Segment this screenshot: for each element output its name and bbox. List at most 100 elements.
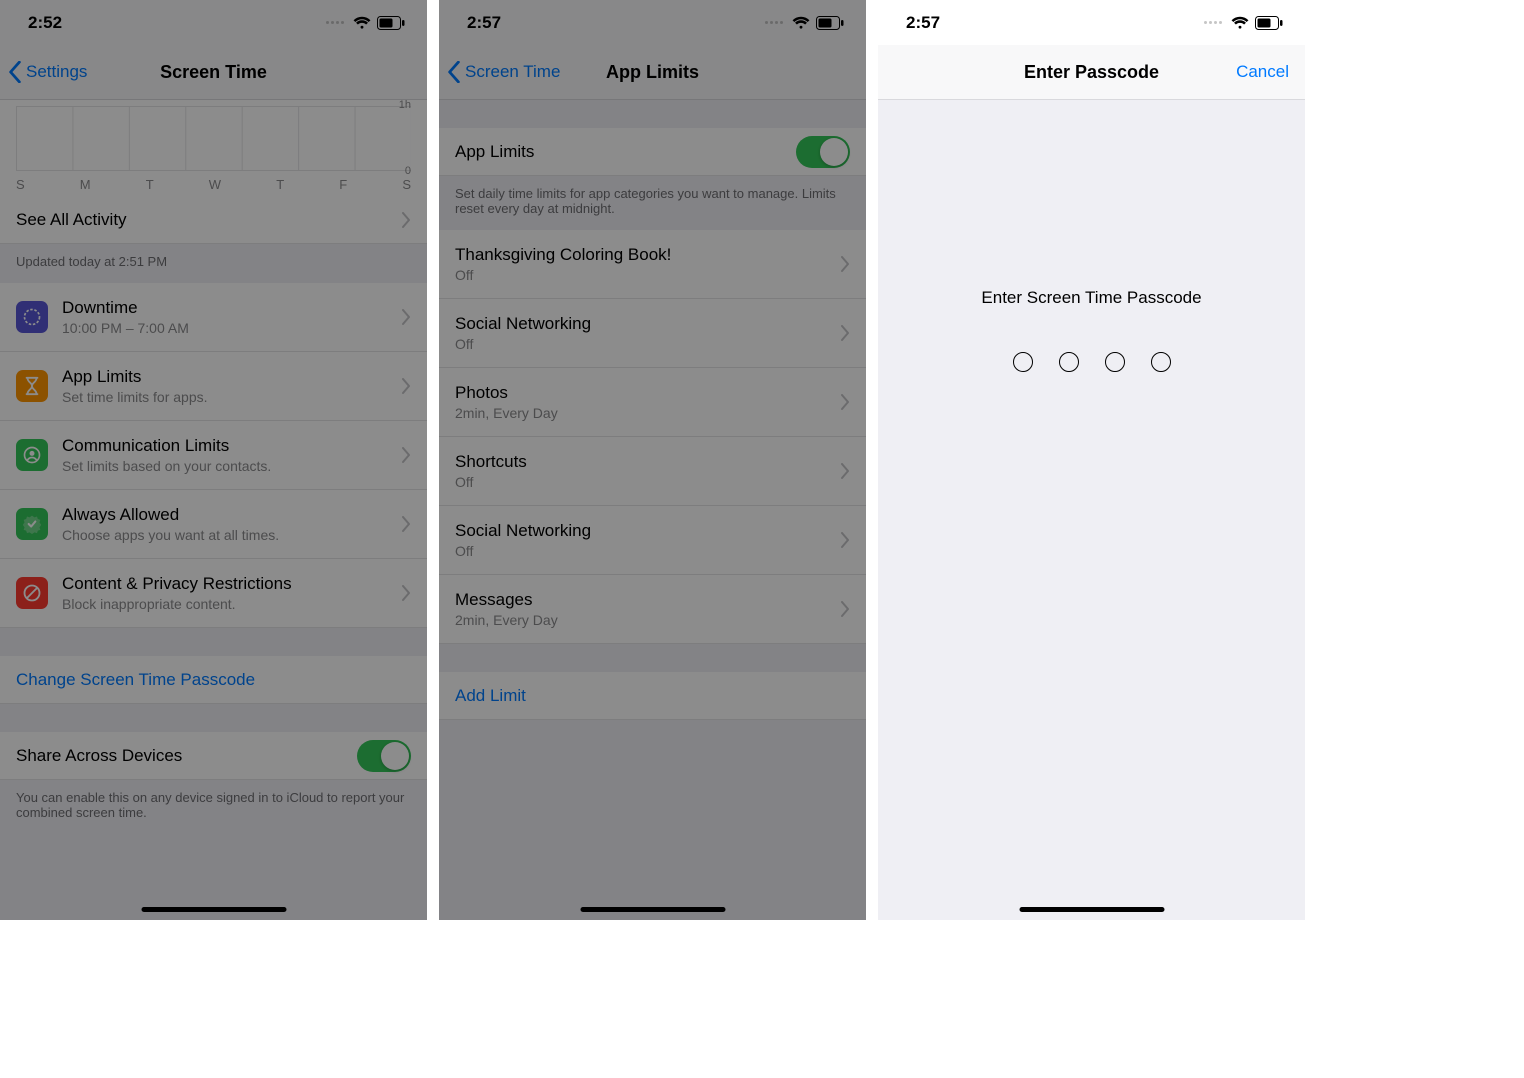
downtime-row[interactable]: Downtime 10:00 PM – 7:00 AM	[0, 283, 427, 352]
share-toggle[interactable]	[357, 740, 411, 772]
limit-row[interactable]: Thanksgiving Coloring Book! Off	[439, 230, 866, 299]
app-limits-sub: Set time limits for apps.	[62, 389, 393, 405]
chevron-right-icon	[401, 212, 411, 228]
passcode-dots	[1013, 352, 1171, 372]
limit-title: Social Networking	[455, 521, 832, 541]
always-allowed-title: Always Allowed	[62, 505, 393, 525]
share-label: Share Across Devices	[16, 746, 357, 766]
app-limits-toggle[interactable]	[796, 136, 850, 168]
back-button[interactable]: Screen Time	[447, 61, 560, 83]
limit-row[interactable]: Shortcuts Off	[439, 437, 866, 506]
limit-sub: Off	[455, 267, 832, 283]
limit-sub: 2min, Every Day	[455, 612, 832, 628]
limit-row[interactable]: Social Networking Off	[439, 299, 866, 368]
passcode-dot	[1013, 352, 1033, 372]
add-limit-row[interactable]: Add Limit	[439, 672, 866, 720]
chart-min-label: 0	[405, 165, 411, 177]
battery-icon	[816, 16, 844, 30]
app-limits-toggle-row[interactable]: App Limits	[439, 128, 866, 176]
cellular-icon	[326, 21, 344, 24]
content: 1h 0 S M T W T F S See All Activity Upda…	[0, 100, 427, 834]
status-icons	[765, 16, 844, 30]
limit-title: Shortcuts	[455, 452, 832, 472]
always-allowed-row[interactable]: Always Allowed Choose apps you want at a…	[0, 490, 427, 559]
chevron-right-icon	[401, 378, 411, 394]
limit-row[interactable]: Messages 2min, Every Day	[439, 575, 866, 644]
person-icon	[16, 439, 48, 471]
wifi-icon	[1231, 16, 1249, 30]
add-limit-label: Add Limit	[455, 686, 526, 706]
wifi-icon	[353, 16, 371, 30]
content-privacy-sub: Block inappropriate content.	[62, 596, 393, 612]
chart-days: S M T W T F S	[16, 171, 411, 192]
battery-icon	[1255, 16, 1283, 30]
chevron-right-icon	[401, 516, 411, 532]
limit-title: Thanksgiving Coloring Book!	[455, 245, 832, 265]
change-passcode-label: Change Screen Time Passcode	[16, 670, 255, 690]
app-limits-toggle-label: App Limits	[455, 142, 796, 162]
battery-icon	[377, 16, 405, 30]
limit-sub: Off	[455, 543, 832, 559]
home-indicator[interactable]	[1019, 907, 1164, 912]
nosign-icon	[16, 577, 48, 609]
app-limits-title: App Limits	[62, 367, 393, 387]
share-across-devices-row[interactable]: Share Across Devices	[0, 732, 427, 780]
check-badge-icon	[16, 508, 48, 540]
communication-limits-row[interactable]: Communication Limits Set limits based on…	[0, 421, 427, 490]
status-time: 2:57	[467, 13, 501, 33]
app-limits-row[interactable]: App Limits Set time limits for apps.	[0, 352, 427, 421]
limit-sub: 2min, Every Day	[455, 405, 832, 421]
nav-bar: Screen Time App Limits	[439, 45, 866, 100]
comm-limits-sub: Set limits based on your contacts.	[62, 458, 393, 474]
limit-title: Social Networking	[455, 314, 832, 334]
home-indicator[interactable]	[141, 907, 286, 912]
hourglass-icon	[16, 370, 48, 402]
home-indicator[interactable]	[580, 907, 725, 912]
limit-title: Messages	[455, 590, 832, 610]
content: App Limits Set daily time limits for app…	[439, 100, 866, 920]
page-title: App Limits	[606, 62, 699, 83]
updated-text: Updated today at 2:51 PM	[0, 244, 427, 283]
share-desc: You can enable this on any device signed…	[0, 780, 427, 834]
wifi-icon	[792, 16, 810, 30]
page-title: Enter Passcode	[1024, 62, 1159, 83]
comm-limits-title: Communication Limits	[62, 436, 393, 456]
chevron-left-icon	[8, 61, 22, 83]
status-bar: 2:57	[439, 0, 866, 45]
app-limits-desc: Set daily time limits for app categories…	[439, 176, 866, 230]
cancel-button[interactable]: Cancel	[1236, 62, 1289, 82]
limit-row[interactable]: Social Networking Off	[439, 506, 866, 575]
chevron-right-icon	[840, 463, 850, 479]
limit-sub: Off	[455, 336, 832, 352]
change-passcode-row[interactable]: Change Screen Time Passcode	[0, 656, 427, 704]
downtime-title: Downtime	[62, 298, 393, 318]
downtime-sub: 10:00 PM – 7:00 AM	[62, 320, 393, 336]
chevron-right-icon	[401, 309, 411, 325]
chevron-right-icon	[401, 585, 411, 601]
always-allowed-sub: Choose apps you want at all times.	[62, 527, 393, 543]
back-label: Screen Time	[465, 62, 560, 82]
page-title: Screen Time	[160, 62, 267, 83]
nav-bar: Enter Passcode Cancel	[878, 45, 1305, 100]
passcode-prompt: Enter Screen Time Passcode	[981, 288, 1201, 308]
limit-title: Photos	[455, 383, 832, 403]
limit-row[interactable]: Photos 2min, Every Day	[439, 368, 866, 437]
chart-max-label: 1h	[399, 99, 411, 111]
limit-sub: Off	[455, 474, 832, 490]
chevron-left-icon	[447, 61, 461, 83]
see-all-activity-row[interactable]: See All Activity	[0, 196, 427, 244]
chevron-right-icon	[840, 325, 850, 341]
usage-chart: 1h 0 S M T W T F S	[0, 100, 427, 196]
passcode-dot	[1151, 352, 1171, 372]
app-limits-screen: 2:57 Screen Time App Limits App Limits S…	[439, 0, 866, 920]
status-icons	[1204, 16, 1283, 30]
content-privacy-row[interactable]: Content & Privacy Restrictions Block ina…	[0, 559, 427, 628]
screen-time-settings: 2:52 Settings Screen Time 1h 0 S M T W T	[0, 0, 427, 920]
passcode-dot	[1059, 352, 1079, 372]
passcode-dot	[1105, 352, 1125, 372]
see-all-label: See All Activity	[16, 210, 393, 230]
back-button[interactable]: Settings	[8, 61, 87, 83]
passcode-body: Enter Screen Time Passcode	[878, 100, 1305, 920]
downtime-icon	[16, 301, 48, 333]
status-bar: 2:57	[878, 0, 1305, 45]
